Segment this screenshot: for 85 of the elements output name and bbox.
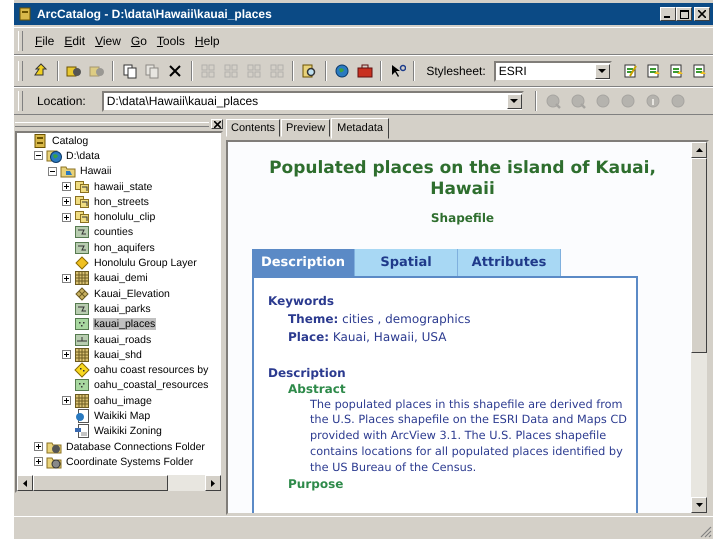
collapse-toggle[interactable] xyxy=(48,166,57,176)
expand-toggle[interactable] xyxy=(62,350,71,360)
tree-item[interactable]: kauai_demi xyxy=(93,272,149,284)
section-tab[interactable]: Description xyxy=(252,248,355,276)
expand-toggle[interactable] xyxy=(62,274,71,283)
up-arrow-icon[interactable] xyxy=(696,148,702,152)
tree-item[interactable]: D:\data xyxy=(65,150,101,162)
tree-item[interactable]: Catalog xyxy=(51,134,90,147)
tree-item[interactable]: hon_aquifers xyxy=(93,242,156,254)
location-label: Location: xyxy=(36,94,87,108)
keyword-line: Theme: cities , demographics xyxy=(287,312,472,326)
diamond-icon xyxy=(74,362,90,378)
stylesheet-label: Stylesheet: xyxy=(425,64,487,78)
right-arrow-icon[interactable] xyxy=(211,480,215,486)
menu-item[interactable]: View xyxy=(91,34,125,48)
tree-item[interactable]: Waikiki Zoning xyxy=(93,425,163,438)
tree-item[interactable]: Hawaii xyxy=(79,165,113,178)
tree-item[interactable]: kauai_places xyxy=(93,318,156,330)
section-tab[interactable]: Attributes xyxy=(458,248,561,276)
maximize-icon xyxy=(680,10,688,18)
view-tab[interactable]: Metadata xyxy=(331,118,390,139)
tree-item[interactable]: kauai_roads xyxy=(93,334,152,346)
section-heading: Description xyxy=(268,366,347,380)
vertical-scrollbar[interactable] xyxy=(691,142,707,513)
tree-item[interactable]: kauai_shd xyxy=(93,348,143,361)
abstract-text: The populated places in this shapefile are derived from the U.S. Places shapefile on the ESRI Data and Maps CD provided with ArcView 3.1. The U.S. Places shapefile contains locations for all populated places identified by the US Bureau of the Census. xyxy=(310,396,628,476)
menu-item[interactable]: Edit xyxy=(60,34,90,48)
expand-toggle[interactable] xyxy=(34,457,43,466)
close-button[interactable] xyxy=(694,7,710,21)
tree-item[interactable]: Honolulu Group Layer xyxy=(93,257,198,270)
map-document-icon xyxy=(74,408,90,424)
tree-item[interactable]: hon_streets xyxy=(93,196,150,208)
subsection-heading: Purpose xyxy=(287,477,344,492)
stylesheet-dropdown[interactable]: ESRI xyxy=(494,60,612,82)
expand-toggle[interactable] xyxy=(62,396,71,406)
tree-item[interactable]: Database Connections Folder xyxy=(65,440,206,453)
menu-item[interactable]: Tools xyxy=(152,34,189,48)
close-icon xyxy=(698,10,706,18)
diamond-icon xyxy=(74,286,90,302)
window-title: ArcCatalog - D:\data\Hawaii\kauai_places xyxy=(37,7,273,21)
expand-toggle[interactable] xyxy=(34,442,43,452)
section-heading: Keywords xyxy=(268,294,336,308)
minimize-button[interactable] xyxy=(660,7,676,21)
menu-item[interactable]: Help xyxy=(190,34,224,48)
grid-icon xyxy=(74,270,90,286)
metadata-subtitle: Shapefile xyxy=(430,210,496,224)
left-arrow-icon[interactable] xyxy=(23,480,27,486)
tree-item[interactable]: oahu coast resources by xyxy=(93,364,210,376)
menu-item[interactable]: Go xyxy=(126,34,151,48)
app-icon xyxy=(17,6,33,22)
points-icon xyxy=(74,377,90,394)
metadata-title: Populated places on the island of Kauai, Hawaii xyxy=(268,158,657,200)
cabinet-icon xyxy=(32,133,48,149)
resize-grip-icon[interactable] xyxy=(700,526,712,538)
keyword-line: Place: Kauai, Hawaii, USA xyxy=(287,330,448,344)
collapse-toggle[interactable] xyxy=(34,151,43,160)
grid-icon xyxy=(74,346,90,363)
expand-toggle[interactable] xyxy=(62,197,71,206)
tree-item[interactable]: honolulu_clip xyxy=(93,211,156,224)
menu-item[interactable]: File xyxy=(31,34,58,48)
diamond-icon xyxy=(74,255,90,272)
maximize-button[interactable] xyxy=(676,7,692,21)
section-tab[interactable]: Spatial xyxy=(355,248,458,276)
down-arrow-icon[interactable] xyxy=(696,503,702,507)
caret-icon xyxy=(598,68,606,74)
subsection-heading: Abstract xyxy=(287,382,347,396)
location-field[interactable]: D:\data\Hawaii\kauai_places xyxy=(102,90,524,112)
view-tab[interactable]: Contents xyxy=(226,119,280,137)
horizontal-scrollbar[interactable] xyxy=(17,475,221,491)
caret-icon xyxy=(510,98,518,104)
view-tab[interactable]: Preview xyxy=(281,119,330,137)
tree-item[interactable]: kauai_parks xyxy=(93,302,152,315)
tree-item[interactable]: oahu_image xyxy=(93,394,153,407)
tree-item[interactable]: Coordinate Systems Folder xyxy=(65,456,194,468)
tree-item[interactable]: hawaii_state xyxy=(93,180,154,193)
expand-toggle[interactable] xyxy=(62,212,71,222)
document-icon xyxy=(74,423,90,440)
grid-icon xyxy=(74,392,90,409)
tree-item[interactable]: oahu_coastal_resources xyxy=(93,379,210,392)
points-icon xyxy=(74,316,90,332)
tree-item[interactable]: Waikiki Map xyxy=(93,410,152,422)
close-button[interactable] xyxy=(211,119,223,129)
expand-toggle[interactable] xyxy=(62,182,71,192)
tree-item[interactable]: Kauai_Elevation xyxy=(93,288,171,300)
tree-item[interactable]: counties xyxy=(93,226,134,238)
